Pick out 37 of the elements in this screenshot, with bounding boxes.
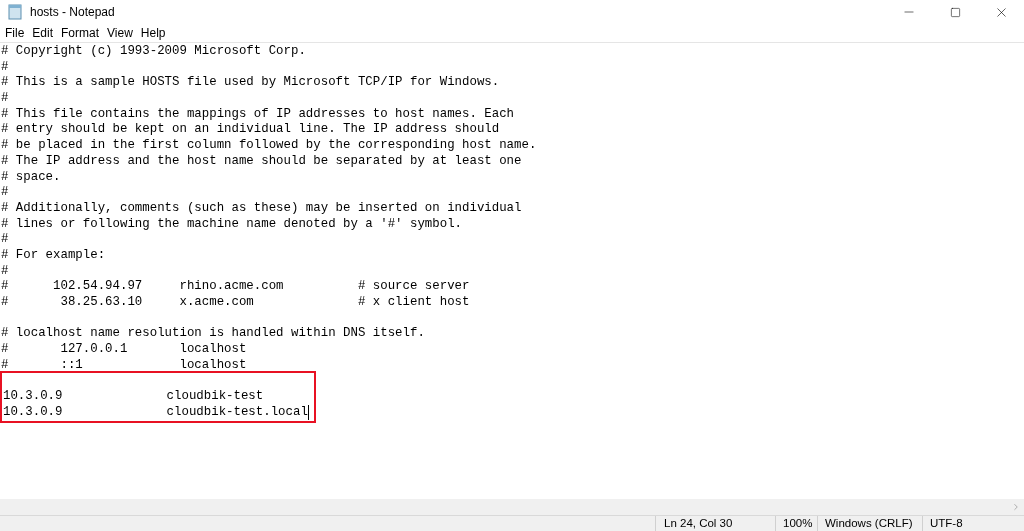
text-line: # This file contains the mappings of IP addresses to host names. Each [1,106,515,123]
horizontal-scrollbar[interactable] [0,499,1024,515]
encoding: UTF-8 [930,515,963,531]
text-line: # 102.54.94.97 rhino.acme.com # source server [1,279,470,295]
text-line: # 127.0.0.1 localhost [1,342,247,358]
text-line: # localhost name resolution is handled within DNS itself. [1,326,425,343]
text-line: # [1,91,9,107]
text-line: # [1,232,9,248]
text-line: # [1,185,9,201]
text-line: # lines or following the machine name denoted by a '#' symbol. [1,216,462,233]
window-title: hosts - Notepad [30,4,115,21]
text-line: # space. [1,169,61,186]
maximize-icon [949,6,961,18]
text-cursor [307,405,309,421]
text-line: # be placed in the first column followed by the corresponding host name. [1,138,537,154]
menu-item[interactable]: View [103,24,137,42]
zoom-level: 100% [783,515,813,531]
text-line: # This is a sample HOSTS file used by Microsoft TCP/IP for Windows. [1,75,500,92]
text-line: # 38.25.63.10 x.acme.com # x client host [1,295,470,311]
menu-item[interactable]: Help [136,24,170,42]
text-line: # [1,263,9,280]
menu-item[interactable]: File [1,24,29,42]
scroll-right-icon [1011,502,1021,512]
notepad-icon [7,4,23,20]
cursor-position: Ln 24, Col 30 [664,515,733,531]
text-line: # ::1 localhost [1,357,247,374]
text-line: 10.3.0.9 cloudbik-test [3,389,264,405]
text-line: # Additionally, comments (such as these) may be inserted on individual [1,200,522,217]
text-line: # For example: [1,247,106,264]
text-line: # Copyright (c) 1993-2009 Microsoft Corp. [1,44,306,60]
line-endings: Windows (CRLF) [825,515,913,531]
text-line: # [1,59,9,76]
text-line: # The IP address and the host name should be separated by at least one [1,153,522,170]
menu-item[interactable]: Edit [28,24,58,42]
text-line: 10.3.0.9 cloudbik-test.local [3,404,308,421]
text-line: # entry should be kept on an individual line. The IP address should [1,122,500,139]
menu-item[interactable]: Format [57,24,104,42]
